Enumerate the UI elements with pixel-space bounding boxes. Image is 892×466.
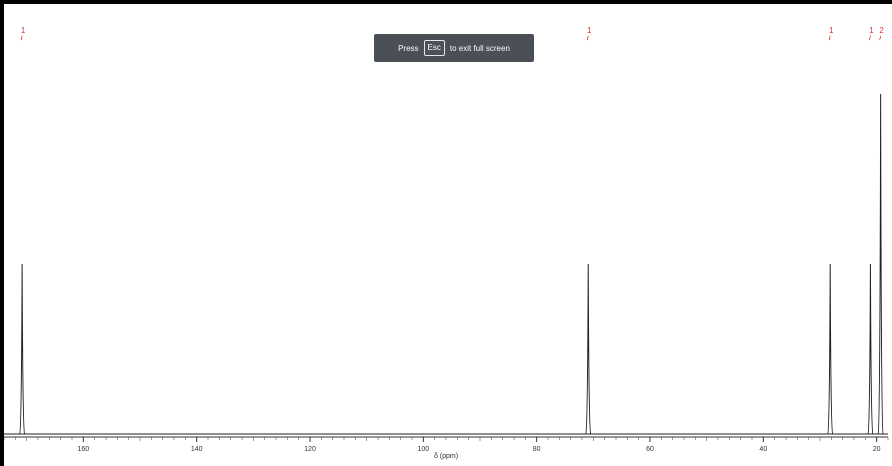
toast-press-text: Press (398, 43, 419, 53)
spectrum-peak[interactable] (877, 93, 884, 435)
x-axis-tick-label: 120 (304, 446, 316, 453)
integral-value-label[interactable]: 1 (829, 26, 834, 35)
spectrum-peak[interactable] (585, 263, 592, 435)
x-axis-tick-label: 20 (873, 446, 881, 453)
integral-marker (869, 35, 871, 41)
integral-marker (20, 35, 23, 41)
integral-value-label[interactable]: 1 (21, 26, 26, 35)
x-axis-tick-label: 60 (646, 446, 654, 453)
toast-suffix-text: to exit full screen (449, 43, 510, 53)
spectrum-peak[interactable] (827, 263, 834, 435)
nmr-spectrum-plot[interactable]: 11112 160 140 120 100 80 60 40 20δ (ppm) (4, 4, 892, 466)
integral-value-label[interactable]: 1 (587, 26, 592, 35)
spectrum-viewer[interactable]: 11112 160 140 120 100 80 60 40 20 δ (ppm) Press … (4, 4, 892, 466)
spectrum-peak[interactable] (19, 263, 26, 435)
x-axis-tick-label: 160 (77, 446, 89, 453)
esc-key-badge: Esc (423, 40, 445, 56)
x-axis-title: δ (ppm) (434, 453, 458, 460)
spectrum-peak[interactable] (867, 263, 874, 435)
integral-marker (828, 35, 831, 41)
fullscreen-exit-toast: Press Esc to exit full screen (374, 34, 534, 62)
x-axis-tick-label: 80 (533, 446, 541, 453)
integral-marker (586, 35, 589, 41)
integral-value-label[interactable]: 1 (869, 26, 874, 35)
integral-value-label[interactable]: 2 (879, 26, 884, 35)
x-axis-tick-label: 100 (417, 446, 429, 453)
x-axis: 160 140 120 100 80 60 40 20 δ (ppm) (4, 436, 889, 460)
x-axis-tick-label: 40 (759, 446, 767, 453)
integral-marker (879, 35, 882, 41)
peaks-layer (4, 93, 888, 435)
x-axis-tick-label: 140 (191, 446, 203, 453)
